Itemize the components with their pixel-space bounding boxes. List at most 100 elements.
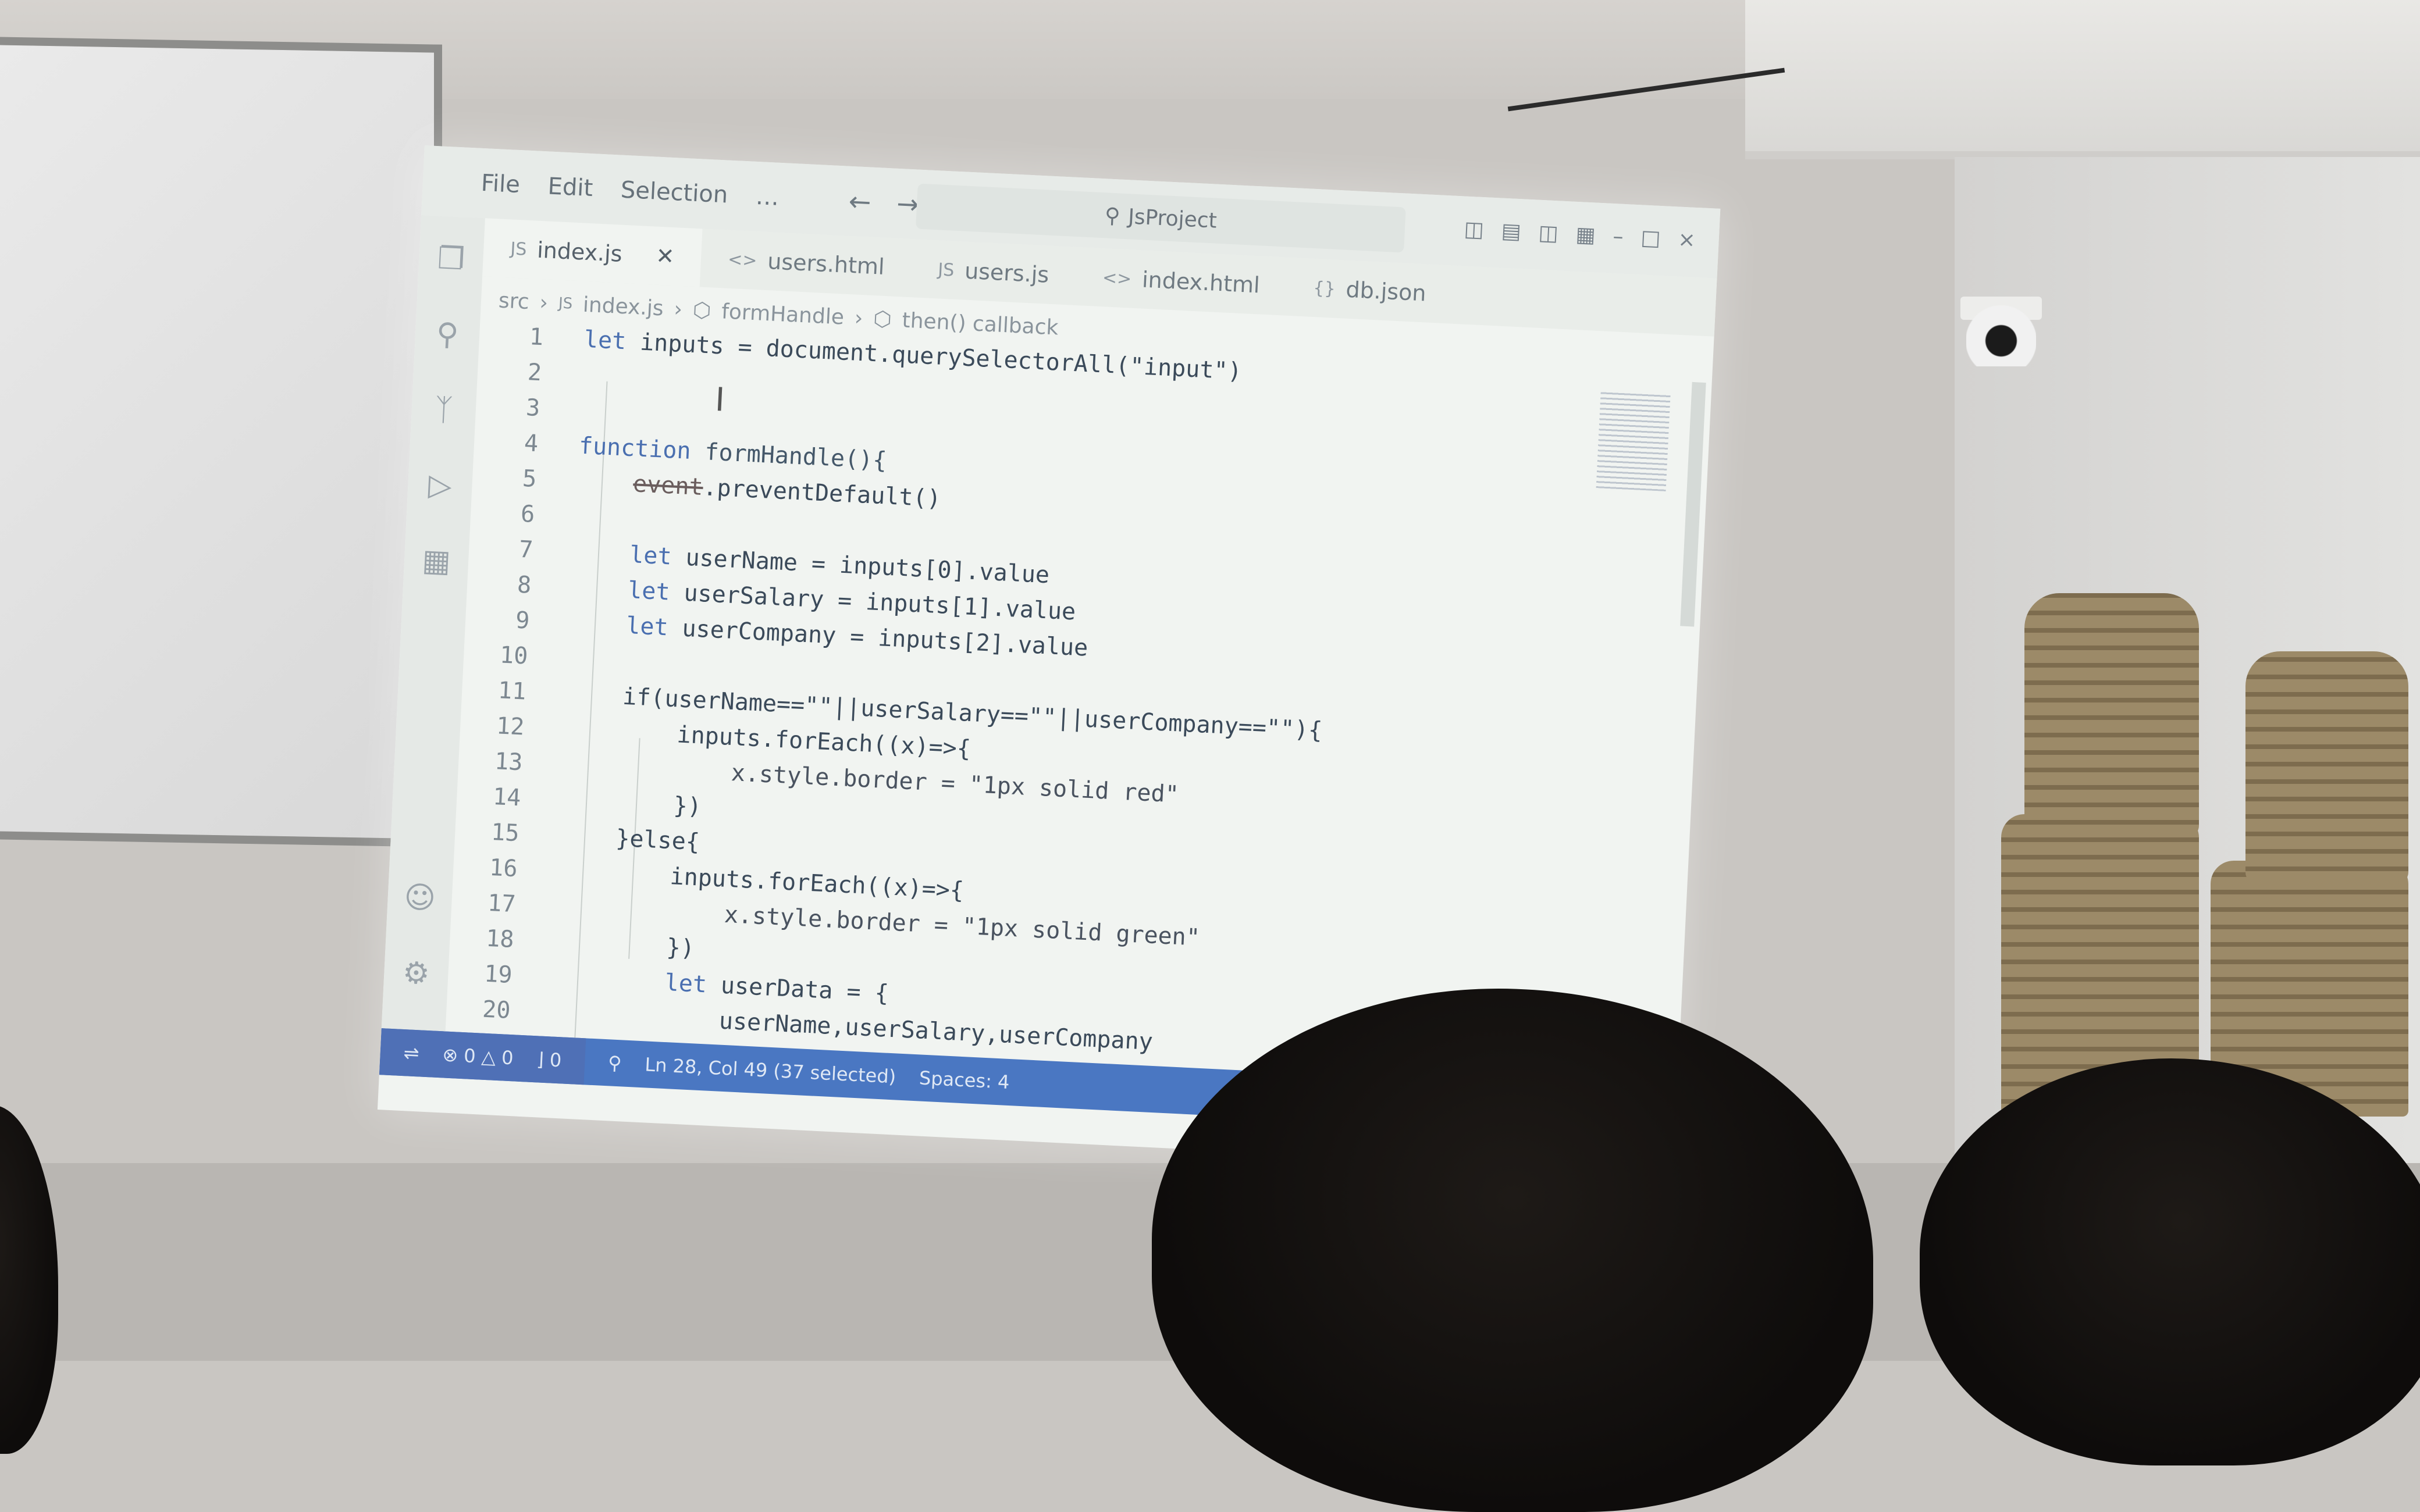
remote-icon[interactable]: ⇌	[403, 1042, 420, 1064]
line-number: 11	[497, 677, 527, 705]
error-count: 0	[463, 1044, 476, 1068]
code-line: 10	[463, 636, 570, 676]
line-number: 15	[490, 819, 520, 847]
line-number: 8	[517, 571, 532, 599]
js-file-icon: JS	[937, 259, 955, 281]
tab-label: index.js	[536, 237, 623, 267]
code-token: })	[672, 792, 702, 821]
function-symbol-icon: ⬡	[692, 298, 712, 323]
line-number: 1	[528, 323, 544, 351]
menu-edit[interactable]: Edit	[547, 173, 594, 202]
tab-label: index.html	[1141, 266, 1261, 298]
back-arrow-icon[interactable]: ←	[848, 186, 872, 218]
close-icon[interactable]: ×	[1677, 227, 1696, 252]
source-control-icon[interactable]: ᛉ	[424, 390, 464, 430]
code-token: userData = {	[706, 971, 889, 1007]
code-token: let	[627, 577, 671, 606]
toggle-panel-icon[interactable]: ▤	[1501, 219, 1522, 244]
breadcrumb-file[interactable]: index.js	[582, 293, 664, 320]
code-token: x.style.border = "1px solid red"	[730, 759, 1180, 808]
error-icon: ⊗	[442, 1043, 459, 1067]
command-center-search[interactable]: ⚲ JsProject	[916, 183, 1406, 253]
code-line: 3	[475, 388, 582, 428]
close-tab-icon[interactable]: ✕	[655, 243, 675, 270]
line-number: 7	[518, 536, 534, 564]
cursor-position[interactable]: Ln 28, Col 49 (37 selected)	[645, 1053, 896, 1087]
tab-db-json[interactable]: {} db.json	[1285, 258, 1454, 324]
code-token: }else{	[615, 825, 700, 856]
breadcrumb-callback[interactable]: then() callback	[902, 308, 1059, 340]
menu-bar: File Edit Selection …	[481, 170, 780, 211]
json-file-icon: {}	[1312, 277, 1336, 299]
search-label: JsProject	[1127, 204, 1218, 233]
line-number: 16	[489, 854, 518, 883]
warning-icon: △	[481, 1045, 497, 1068]
chevron-right-icon: ›	[539, 290, 549, 315]
breadcrumb-function[interactable]: formHandle	[721, 299, 845, 329]
code-token: let	[629, 541, 672, 570]
whiteboard	[0, 37, 442, 847]
chair-back	[2024, 593, 2199, 837]
zoom-icon[interactable]: ⚲	[607, 1051, 622, 1074]
chevron-right-icon: ›	[673, 297, 684, 322]
line-number: 20	[482, 996, 511, 1024]
code-token: let	[625, 612, 669, 641]
code-token: let	[664, 969, 708, 999]
menu-more[interactable]: …	[755, 183, 780, 211]
run-debug-icon[interactable]: ▷	[420, 465, 460, 505]
code-line: 6	[470, 494, 576, 534]
ports-count: 0	[549, 1049, 563, 1072]
warning-count: 0	[501, 1046, 514, 1069]
line-number: 10	[499, 641, 529, 670]
stacked-chairs	[1966, 593, 2420, 1117]
status-left: ⇌ ⊗ 0 △ 0 ⌋ 0	[379, 1028, 586, 1085]
explorer-icon[interactable]: ❐	[431, 239, 471, 279]
gear-icon[interactable]: ⚙	[396, 953, 436, 993]
code-editor[interactable]: 1 let inputs = document.querySelectorAll…	[446, 317, 1666, 1089]
line-number: 4	[523, 429, 539, 458]
code-token: function	[578, 432, 692, 465]
code-line: 2	[477, 352, 583, 393]
menu-selection[interactable]: Selection	[620, 177, 728, 209]
tab-label: db.json	[1345, 276, 1427, 306]
code-token: x.style.border = "1px solid green"	[723, 901, 1201, 951]
breadcrumb-folder[interactable]: src	[498, 288, 530, 314]
html-file-icon: <>	[727, 249, 758, 271]
window-controls: ◫ ▤ ◫ ▦ – □ ×	[1464, 217, 1696, 252]
code-token: let	[583, 326, 627, 355]
tab-index-html[interactable]: <> index.html	[1074, 247, 1288, 316]
text-cursor-icon: I	[714, 380, 726, 419]
chair-back	[2245, 651, 2408, 884]
security-camera-icon	[1966, 302, 2036, 366]
search-icon[interactable]: ⚲	[428, 315, 468, 355]
customize-layout-icon[interactable]: ▦	[1575, 223, 1596, 248]
js-file-icon: JS	[558, 294, 573, 313]
ceiling-corner	[1745, 0, 2420, 159]
indentation-setting[interactable]: Spaces: 4	[919, 1067, 1010, 1093]
js-file-icon: JS	[510, 238, 528, 260]
broadcast-icon: ⌋	[536, 1048, 544, 1071]
line-number: 5	[521, 465, 538, 493]
tab-users-html[interactable]: <> users.html	[700, 229, 913, 298]
minimap[interactable]	[1596, 389, 1671, 491]
tab-users-js[interactable]: JS users.js	[910, 239, 1077, 305]
nav-arrows: ← →	[848, 186, 920, 220]
maximize-icon[interactable]: □	[1640, 226, 1661, 251]
toggle-secondary-sidebar-icon[interactable]: ◫	[1538, 221, 1559, 246]
toggle-sidebar-icon[interactable]: ◫	[1464, 217, 1485, 242]
account-icon[interactable]: ☺	[400, 878, 440, 918]
tab-label: users.js	[964, 258, 1050, 288]
problems-indicator[interactable]: ⊗ 0 △ 0	[442, 1043, 514, 1069]
line-number: 2	[526, 359, 543, 387]
audience-member-head	[1920, 1058, 2420, 1465]
tab-index-js[interactable]: JS index.js ✕	[482, 218, 703, 287]
menu-file[interactable]: File	[481, 170, 521, 198]
function-symbol-icon: ⬡	[873, 306, 892, 332]
code-token: event	[632, 470, 704, 501]
code-token: .preventDefault()	[702, 474, 942, 513]
line-number: 3	[525, 394, 541, 422]
extensions-icon[interactable]: ▦	[417, 541, 457, 581]
ports-indicator[interactable]: ⌋ 0	[536, 1048, 562, 1071]
line-number: 13	[494, 748, 524, 776]
minimize-icon[interactable]: –	[1613, 224, 1624, 249]
